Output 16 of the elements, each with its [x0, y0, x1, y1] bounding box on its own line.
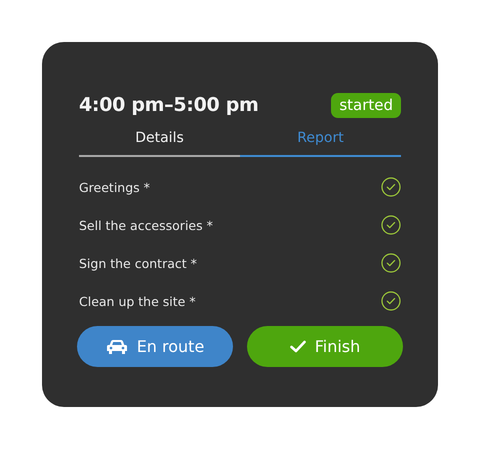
- tab[interactable]: Report: [240, 126, 401, 157]
- task-label: Sell the accessories *: [79, 218, 213, 232]
- time-range: 4:00 pm–5:00 pm: [79, 94, 259, 116]
- checkmark-icon: [290, 340, 306, 353]
- task-label: Sign the contract *: [79, 256, 197, 270]
- check-circle-icon[interactable]: [381, 215, 401, 235]
- check-circle-icon[interactable]: [381, 291, 401, 311]
- tab[interactable]: Details: [79, 126, 240, 157]
- car-icon: [106, 338, 128, 354]
- task-label: Clean up the site *: [79, 294, 196, 308]
- en-route-button[interactable]: En route: [77, 326, 233, 367]
- task-label: Greetings *: [79, 180, 150, 194]
- check-circle-icon[interactable]: [381, 253, 401, 273]
- check-circle-icon[interactable]: [381, 177, 401, 197]
- finish-button[interactable]: Finish: [247, 326, 403, 367]
- status-badge: started: [331, 92, 401, 118]
